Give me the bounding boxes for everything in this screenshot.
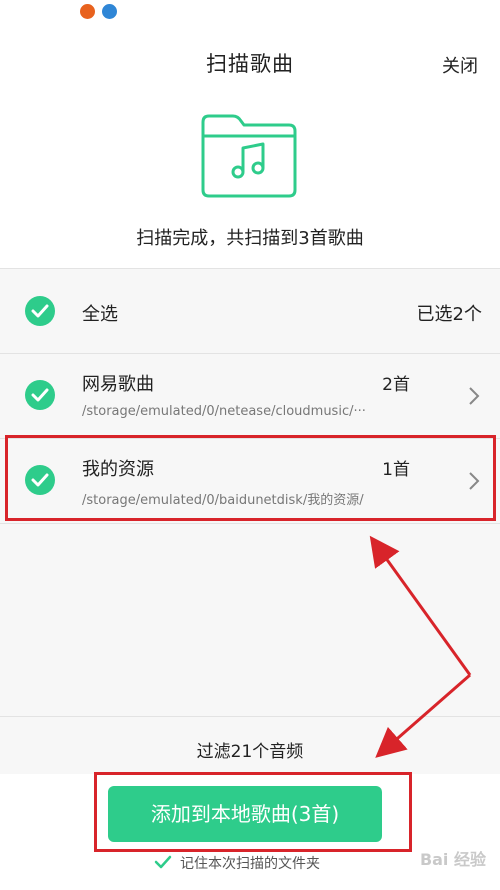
folder-row-netease[interactable]: 网易歌曲 2首 /storage/emulated/0/netease/clou…	[0, 354, 500, 439]
selected-count: 已选2个	[416, 304, 482, 325]
scan-status-text: 扫描完成，共扫描到3首歌曲	[136, 228, 364, 249]
remember-folders-label: 记住本次扫描的文件夹	[180, 856, 320, 872]
status-bar	[0, 0, 500, 24]
music-folder-icon	[201, 114, 297, 198]
notification-cloud-icon	[102, 4, 117, 19]
notification-app-icon	[80, 4, 95, 19]
watermark: Bai 经验	[419, 850, 486, 869]
select-all-label: 全选	[82, 304, 118, 325]
checkmark-icon[interactable]	[154, 854, 172, 870]
filter-bar[interactable]: 过滤21个音频	[0, 716, 500, 774]
annotation-button-box	[94, 772, 412, 852]
folder-path: /storage/emulated/0/netease/cloudmusic/·…	[82, 404, 366, 419]
page-title: 扫描歌曲	[206, 52, 294, 76]
annotation-highlight-box	[5, 435, 496, 521]
chevron-right-icon[interactable]	[468, 386, 480, 406]
folder-name: 网易歌曲	[82, 374, 154, 395]
select-all-row[interactable]: 全选 已选2个	[0, 269, 500, 354]
check-circle-icon[interactable]	[25, 380, 55, 410]
close-button[interactable]: 关闭	[442, 52, 478, 78]
filter-text: 过滤21个音频	[196, 742, 304, 762]
check-circle-icon[interactable]	[25, 296, 55, 326]
folder-song-count: 2首	[382, 375, 410, 395]
